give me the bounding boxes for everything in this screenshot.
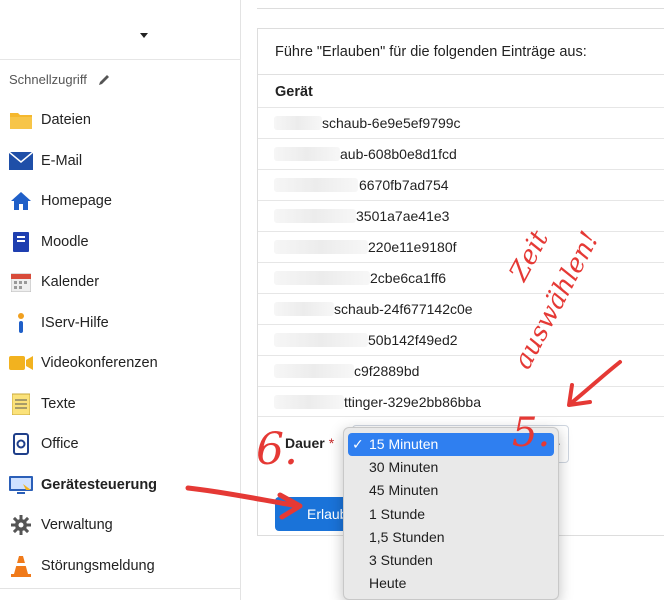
- arrow-to-select-icon: [568, 360, 622, 406]
- step-5-annotation: 5.: [512, 410, 551, 456]
- step-6-annotation: 6.: [256, 424, 298, 475]
